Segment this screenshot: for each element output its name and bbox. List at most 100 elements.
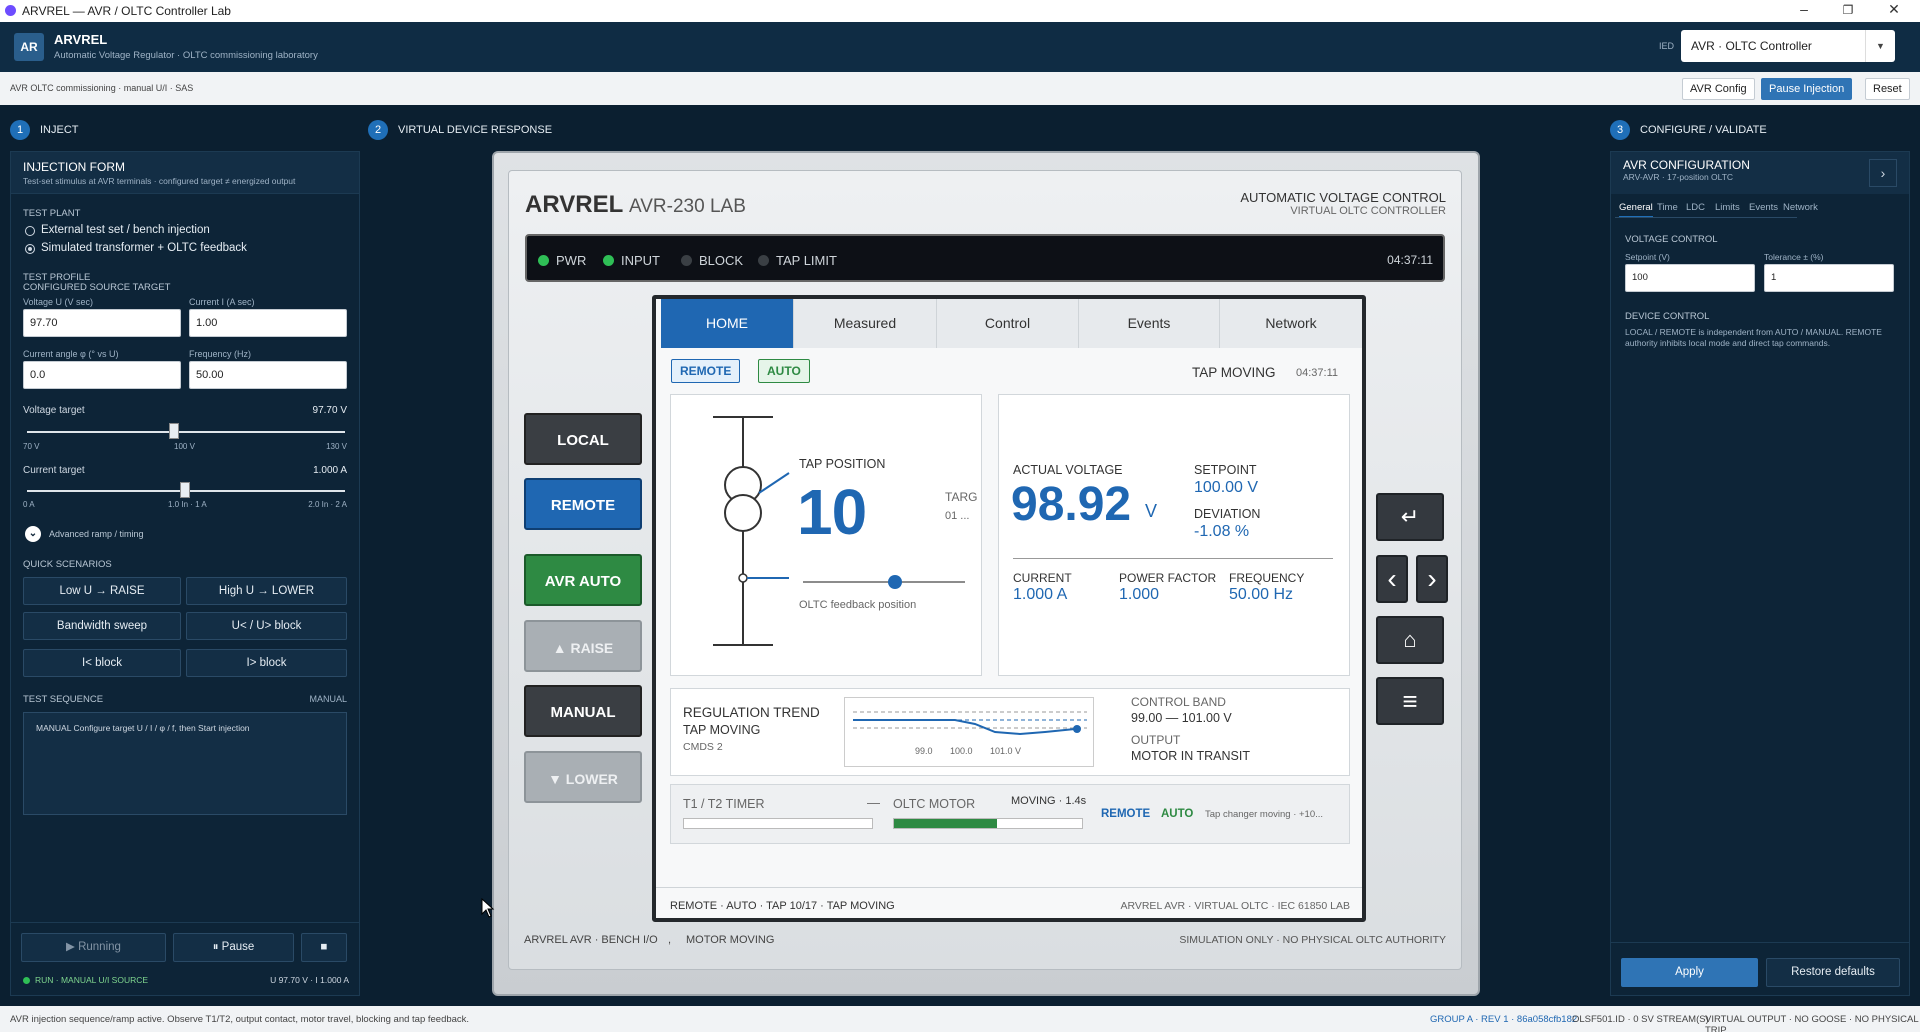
voltage-card: ACTUAL VOLTAGE 98.92 V SETPOINT 100.00 V…: [998, 394, 1350, 676]
angle-input[interactable]: 0.0: [23, 361, 181, 389]
voltage-target-label: Voltage target: [23, 405, 85, 416]
device-footer-separator: ,: [668, 934, 672, 946]
radio-external-test-set[interactable]: [25, 226, 35, 236]
current-input[interactable]: 1.00: [189, 309, 347, 337]
config-subtitle: ARV-AVR · 17-position OLTC: [1623, 172, 1734, 182]
tab-network[interactable]: Network: [1220, 299, 1362, 348]
running-button[interactable]: ▶ Running: [21, 933, 166, 962]
config-tab-network[interactable]: Network: [1783, 202, 1818, 213]
arrow-right-icon[interactable]: ›: [1416, 555, 1448, 603]
frequency-input[interactable]: 50.00: [189, 361, 347, 389]
avr-config-button[interactable]: AVR Config: [1682, 78, 1755, 100]
voltage-label: Voltage U (V sec): [23, 297, 94, 307]
target-value: 01 ...: [945, 510, 970, 522]
chevron-down-icon[interactable]: ⌄: [25, 526, 41, 542]
ied-label: IED: [1659, 41, 1675, 51]
manual-button[interactable]: MANUAL: [524, 685, 642, 737]
scenario-high-u-lower-button[interactable]: High U → LOWER: [186, 577, 347, 605]
config-tab-time[interactable]: Time: [1657, 202, 1678, 213]
apply-button[interactable]: Apply: [1621, 958, 1758, 987]
enter-icon[interactable]: ↵: [1376, 493, 1444, 541]
timer-label: T1 / T2 TIMER: [683, 797, 765, 811]
config-tab-general[interactable]: General: [1619, 202, 1653, 218]
setpoint-input[interactable]: 100: [1625, 264, 1755, 292]
angle-label: Current angle φ (° vs U): [23, 349, 119, 359]
app-logo-icon: [5, 5, 16, 16]
section-1-number: 1: [10, 120, 30, 140]
ied-select[interactable]: AVR · OLTC Controller ▼: [1681, 30, 1895, 62]
restore-icon[interactable]: ❐: [1836, 3, 1860, 17]
lower-button[interactable]: ▼ LOWER: [524, 751, 642, 803]
device-footer-right: SIMULATION ONLY · NO PHYSICAL OLTC AUTHO…: [1179, 934, 1446, 946]
current-target-thumb[interactable]: [180, 482, 190, 498]
scenario-bandwidth-sweep-button[interactable]: Bandwidth sweep: [23, 612, 181, 640]
injection-form-header: INJECTION FORM Test-set stimulus at AVR …: [11, 152, 359, 194]
setpoint-label: Setpoint (V): [1625, 252, 1670, 262]
quick-scenarios-label: QUICK SCENARIOS: [23, 559, 112, 570]
scenario-u-block-button[interactable]: U< / U> block: [186, 612, 347, 640]
pause-injection-button[interactable]: Pause Injection: [1761, 78, 1853, 100]
device-lcd-screen: HOME Measured Control Events Network REM…: [652, 295, 1366, 922]
divider: [1615, 217, 1797, 218]
tap-position-card: TAP POSITION 10 TARG 01 ... OLTC feedbac…: [670, 394, 982, 676]
screen-footer-left: REMOTE · AUTO · TAP 10/17 · TAP MOVING: [670, 900, 895, 912]
tab-control[interactable]: Control: [937, 299, 1079, 348]
status-output: VIRTUAL OUTPUT · NO GOOSE · NO PHYSICAL …: [1705, 1014, 1919, 1032]
tab-events[interactable]: Events: [1079, 299, 1220, 348]
divider: [11, 922, 359, 923]
current-label: Current I (A sec): [189, 297, 255, 307]
stop-button[interactable]: ■: [301, 933, 347, 962]
run-values: U 97.70 V · I 1.000 A: [270, 975, 349, 985]
scenario-low-u-raise-button[interactable]: Low U → RAISE: [23, 577, 181, 605]
device-clock: 04:37:11: [1387, 253, 1433, 267]
close-icon[interactable]: ✕: [1882, 1, 1906, 18]
scenario-i-over-block-button[interactable]: I> block: [186, 649, 347, 677]
avr-auto-button[interactable]: AVR AUTO: [524, 554, 642, 606]
home-icon[interactable]: ⌂: [1376, 616, 1444, 664]
voltage-input[interactable]: 97.70: [23, 309, 181, 337]
frequency-label: Frequency (Hz): [189, 349, 252, 359]
mini-auto-label: AUTO: [1161, 808, 1194, 820]
menu-icon[interactable]: ≡: [1376, 677, 1444, 725]
trend-state: TAP MOVING: [683, 723, 761, 737]
oltc-feedback-label: OLTC feedback position: [799, 599, 917, 611]
voltage-target-slider[interactable]: [27, 431, 345, 433]
local-button[interactable]: LOCAL: [524, 413, 642, 465]
remote-button[interactable]: REMOTE: [524, 478, 642, 530]
pause-button[interactable]: ⏸ Pause: [173, 933, 294, 962]
breadcrumb-bar: AVR OLTC commissioning · manual U/I · SA…: [0, 72, 1920, 105]
test-sequence-mode: MANUAL: [309, 694, 347, 704]
chevron-down-icon: ▼: [1865, 30, 1895, 62]
trend-title: REGULATION TREND: [683, 705, 820, 720]
tab-home[interactable]: HOME: [661, 299, 794, 348]
tolerance-input[interactable]: 1: [1764, 264, 1894, 292]
control-band-label: CONTROL BAND: [1131, 695, 1226, 709]
tab-measured[interactable]: Measured: [794, 299, 937, 348]
reset-button[interactable]: Reset: [1865, 78, 1910, 100]
status-group: GROUP A · REV 1 · 86a058cfb182: [1430, 1014, 1578, 1025]
config-tab-ldc[interactable]: LDC: [1686, 202, 1705, 213]
timer-progress-bar: [683, 818, 873, 829]
scenario-i-under-block-button[interactable]: I< block: [23, 649, 181, 677]
chevron-right-icon[interactable]: ›: [1869, 159, 1897, 187]
radio-simulated-transformer[interactable]: [25, 244, 35, 254]
raise-button[interactable]: ▲ RAISE: [524, 620, 642, 672]
led-block-indicator: [681, 255, 692, 266]
trend-tick-1: 99.0: [915, 746, 933, 756]
arrow-left-icon[interactable]: ‹: [1376, 555, 1408, 603]
config-tab-events[interactable]: Events: [1749, 202, 1778, 213]
auto-badge: AUTO: [758, 359, 810, 383]
actual-voltage-value: 98.92: [1011, 478, 1132, 531]
current-target-value: 1.000 A: [313, 465, 347, 476]
power-factor-value: 1.000: [1119, 586, 1160, 603]
config-tab-limits[interactable]: Limits: [1715, 202, 1740, 213]
advanced-ramp-toggle[interactable]: Advanced ramp / timing: [49, 529, 144, 539]
restore-defaults-button[interactable]: Restore defaults: [1766, 958, 1900, 987]
minimize-icon[interactable]: –: [1792, 1, 1816, 17]
control-band-value: 99.00 — 101.00 V: [1131, 711, 1232, 725]
test-sequence-box[interactable]: MANUAL Configure target U / I / φ / f, t…: [23, 712, 347, 815]
vt-max-label: 130 V: [326, 442, 347, 451]
setpoint-label: SETPOINT: [1194, 463, 1257, 477]
screen-state-time: 04:37:11: [1296, 367, 1339, 379]
voltage-target-thumb[interactable]: [169, 423, 179, 439]
